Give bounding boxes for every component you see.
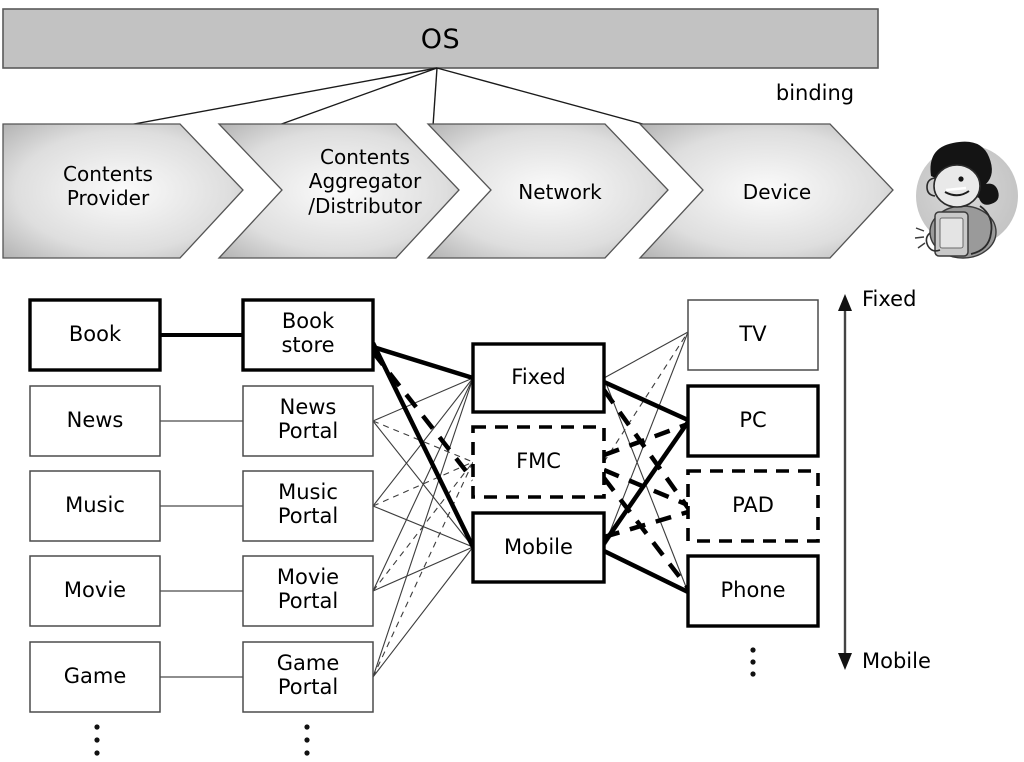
portals-more-dot: [304, 737, 310, 743]
box-game-portal[interactable]: [242, 641, 374, 713]
devices-more-dot: [750, 671, 756, 677]
chevron-contents-provider[interactable]: [2, 123, 244, 259]
chevron-network[interactable]: [426, 123, 669, 259]
axis-arrow-down-icon: [838, 653, 852, 670]
fixed-mobile-axis: [838, 294, 852, 670]
box-phone[interactable]: [686, 554, 820, 628]
os-bar: [2, 8, 879, 69]
portal-boxes: [241, 298, 375, 713]
box-tv[interactable]: [687, 299, 819, 371]
box-music[interactable]: [29, 470, 161, 542]
box-movie[interactable]: [29, 555, 161, 627]
chevron-device[interactable]: [638, 123, 894, 259]
axis-arrow-up-icon: [838, 294, 852, 311]
link-fixed-tv: [603, 331, 689, 379]
portals-more-dot: [304, 750, 310, 756]
user-illustration: [914, 141, 1018, 259]
box-book-store[interactable]: [241, 298, 375, 372]
diagram-canvas: OS binding Contents Provider Contents Ag…: [0, 0, 1024, 762]
diagram-graphics: [2, 8, 1018, 756]
box-game[interactable]: [29, 641, 161, 713]
value-chain-chevrons: [2, 123, 894, 259]
bookstore-network-bold-links: [370, 342, 476, 548]
box-pc[interactable]: [686, 384, 820, 458]
content-boxes: [28, 298, 162, 713]
binding-connector-lines: [117, 67, 651, 128]
box-fmc[interactable]: [471, 425, 606, 499]
chevron-contents-aggregator[interactable]: [217, 123, 460, 259]
content-portal-links: [160, 333, 243, 678]
box-news[interactable]: [29, 385, 161, 457]
contents-more-dot: [94, 737, 100, 743]
contents-more-dot: [94, 724, 100, 730]
link-fixed-pc: [603, 379, 689, 423]
devices-more-dot: [750, 659, 756, 665]
network-boxes: [471, 342, 606, 584]
box-fixed[interactable]: [471, 342, 606, 414]
device-boxes: [686, 299, 820, 628]
box-news-portal[interactable]: [242, 385, 374, 457]
contents-more-dot: [94, 750, 100, 756]
ellipsis-dots: [94, 647, 756, 756]
box-mobile[interactable]: [471, 511, 606, 584]
box-pad[interactable]: [686, 469, 820, 543]
portal-network-thin-links: [372, 377, 474, 678]
network-device-thin-links: [603, 331, 689, 593]
box-movie-portal[interactable]: [242, 555, 374, 627]
portals-more-dot: [304, 724, 310, 730]
box-music-portal[interactable]: [242, 470, 374, 542]
devices-more-dot: [750, 647, 756, 653]
box-book[interactable]: [28, 298, 162, 372]
